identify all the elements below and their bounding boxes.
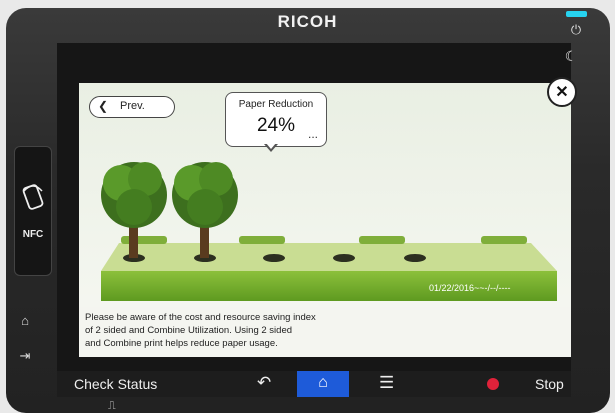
- chevron-left-icon: ❮: [98, 99, 109, 113]
- status-led: [566, 11, 587, 17]
- message-line: and Combine print helps reduce paper usa…: [85, 338, 278, 349]
- data-in-icon: ⌂: [21, 313, 29, 328]
- more-dots: ...: [307, 127, 318, 141]
- paper-reduction-bubble: Paper Reduction 24% ...: [225, 92, 327, 147]
- home-icon: ⌂: [318, 374, 328, 391]
- bubble-title: Paper Reduction: [238, 99, 314, 110]
- close-icon: ✕: [555, 84, 569, 101]
- login-icon: ⇥: [19, 348, 31, 363]
- home-button[interactable]: ⌂: [297, 371, 349, 397]
- energy-saver-icon[interactable]: ☾: [563, 48, 579, 64]
- paper-reduction-panel: ❮ Prev. Paper Reduction 24% ... 01/22/20…: [79, 83, 571, 357]
- info-message: Please be aware of the cost and resource…: [85, 311, 405, 350]
- bottom-taskbar: Check Status ↶ ⌂ ☰ Stop: [57, 371, 571, 397]
- message-line: of 2 sided and Combine Utilization. Usin…: [85, 325, 293, 336]
- nfc-label: NFC: [22, 229, 44, 240]
- data-out-icon: ⎍: [108, 400, 116, 412]
- date-range: 01/22/2016~~-/--/----: [429, 283, 511, 293]
- stop-button[interactable]: Stop: [535, 376, 564, 392]
- power-icon[interactable]: ⏻: [567, 21, 585, 39]
- prev-button[interactable]: ❮ Prev.: [89, 96, 175, 118]
- stop-icon[interactable]: [487, 378, 499, 390]
- nfc-reader: NFC: [14, 146, 52, 276]
- nfc-icon: [22, 184, 44, 210]
- menu-icon[interactable]: ☰: [379, 373, 394, 393]
- back-icon[interactable]: ↶: [257, 373, 271, 393]
- message-line: Please be aware of the cost and resource…: [85, 312, 316, 323]
- brand-logo: RICOH: [277, 12, 338, 31]
- ground-surface: [101, 243, 557, 271]
- bubble-tail-inner: [266, 143, 276, 149]
- close-button[interactable]: ✕: [547, 77, 577, 107]
- prev-label: Prev.: [120, 100, 145, 112]
- check-status-button[interactable]: Check Status: [74, 376, 157, 392]
